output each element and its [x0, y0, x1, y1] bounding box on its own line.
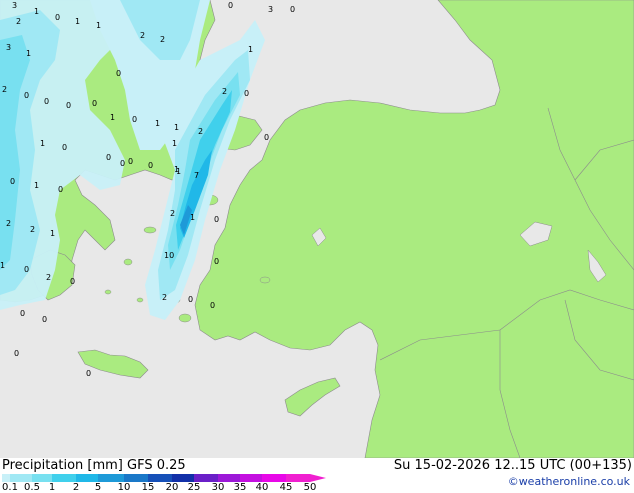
precip-value: 0: [92, 99, 97, 108]
precip-value: 0: [86, 369, 91, 378]
precip-value: 0: [120, 159, 125, 168]
land-anatolia: [194, 0, 634, 458]
precip-value: 1: [174, 123, 179, 132]
colorbar-segment: [240, 474, 262, 482]
colorbar-segment: [172, 474, 194, 482]
precip-value: 1: [110, 113, 115, 122]
precip-value: 2: [16, 17, 21, 26]
precip-value: 0: [24, 265, 29, 274]
precip-value: 0: [214, 215, 219, 224]
precip-value: 3: [268, 5, 273, 14]
precip-value: 2: [46, 273, 51, 282]
precip-value: 1: [75, 17, 80, 26]
precip-value: 0: [24, 91, 29, 100]
precip-value: 2: [140, 31, 145, 40]
colorbar-segment: [10, 474, 32, 482]
map-canvas: 3 1 0 1 1 3 0 0 2 2 3 1 1 2 0 0 0 0 0 1 …: [0, 0, 634, 458]
precip-value: 10: [164, 251, 174, 260]
precip-value: 1: [172, 139, 177, 148]
precip-value: 0: [66, 101, 71, 110]
precip-value: 1: [96, 21, 101, 30]
precip-value: 2: [160, 35, 165, 44]
precip-value: 0: [188, 295, 193, 304]
colorbar-tick-label: 25: [187, 482, 201, 493]
precip-value: 0: [44, 97, 49, 106]
colorbar-tick-label: 45: [279, 482, 293, 493]
colorbar-tick-label: 0.5: [24, 482, 40, 493]
precip-value: 0: [20, 309, 25, 318]
colorbar-segment: [98, 474, 124, 482]
colorbar-segment: [32, 474, 52, 482]
precip-value: 0: [244, 89, 249, 98]
colorbar-tick-label: 40: [255, 482, 269, 493]
precip-value: 2: [2, 85, 7, 94]
precip-value: 1: [40, 139, 45, 148]
precip-value: 1: [34, 7, 39, 16]
precip-value: 1: [0, 261, 5, 270]
precip-value: 1: [26, 49, 31, 58]
precip-value: 0: [148, 161, 153, 170]
colorbar-tick-label: 5: [94, 482, 102, 493]
precip-value: 0: [106, 153, 111, 162]
precip-value: 2: [6, 219, 11, 228]
credit-link[interactable]: ©weatheronline.co.uk: [508, 475, 630, 488]
precip-value: 0: [58, 185, 63, 194]
colorbar-segment: [124, 474, 148, 482]
precip-value: 1: [50, 229, 55, 238]
precip-value: 1: [34, 181, 39, 190]
colorbar-segment: [286, 474, 310, 482]
precip-value: 2: [162, 293, 167, 302]
precip-value: 7: [194, 171, 199, 180]
forecast-time: Su 15-02-2026 12..15 UTC (00+135): [393, 458, 632, 473]
precip-value: 0: [42, 315, 47, 324]
land-cyprus: [284, 377, 341, 417]
colorbar-segment: [2, 474, 10, 482]
precip-value: 0: [132, 115, 137, 124]
precip-value: 0: [62, 143, 67, 152]
precip-value: 0: [210, 301, 215, 310]
colorbar-tick-label: 50: [303, 482, 317, 493]
precip-value: 3: [12, 1, 17, 10]
precip-value: 0: [55, 13, 60, 22]
colorbar-tick-label: 20: [165, 482, 179, 493]
map-title: Precipitation [mm] GFS 0.25: [2, 458, 186, 473]
colorbar-tick-label: 0.1: [2, 482, 18, 493]
colorbar-arrow: [310, 474, 326, 482]
precip-value: 0: [70, 277, 75, 286]
precip-value: 0: [290, 5, 295, 14]
colorbar-segment: [148, 474, 172, 482]
precip-value: 0: [128, 157, 133, 166]
precipitation-map: 3 1 0 1 1 3 0 0 2 2 3 1 1 2 0 0 0 0 0 1 …: [0, 0, 634, 458]
precip-value: 1: [155, 119, 160, 128]
precip-value: 0: [214, 257, 219, 266]
precip-value: 0: [10, 177, 15, 186]
precip-value: 3: [6, 43, 11, 52]
colorbar-tick-label: 1: [48, 482, 56, 493]
colorbar-segment: [218, 474, 240, 482]
precip-value: 0: [264, 133, 269, 142]
precip-value: 0: [116, 69, 121, 78]
colorbar-segment: [52, 474, 76, 482]
precip-value: 1: [248, 45, 253, 54]
colorbar-tick-label: 35: [233, 482, 247, 493]
colorbar-segment: [194, 474, 218, 482]
precip-value: 2: [222, 87, 227, 96]
precip-value: 2: [170, 209, 175, 218]
colorbar-tick-label: 10: [117, 482, 131, 493]
precip-value: 0: [228, 1, 233, 10]
colorbar-tick-label: 15: [141, 482, 155, 493]
precip-value: 1: [190, 213, 195, 222]
precip-value: 1: [176, 167, 181, 176]
colorbar-tick-label: 30: [211, 482, 225, 493]
colorbar-segment: [262, 474, 286, 482]
colorbar-tick-label: 2: [72, 482, 80, 493]
precip-value: 2: [30, 225, 35, 234]
precip-value: 0: [14, 349, 19, 358]
colorbar-segment: [76, 474, 98, 482]
map-footer: Precipitation [mm] GFS 0.25 Su 15-02-202…: [0, 458, 634, 493]
precip-value: 2: [198, 127, 203, 136]
